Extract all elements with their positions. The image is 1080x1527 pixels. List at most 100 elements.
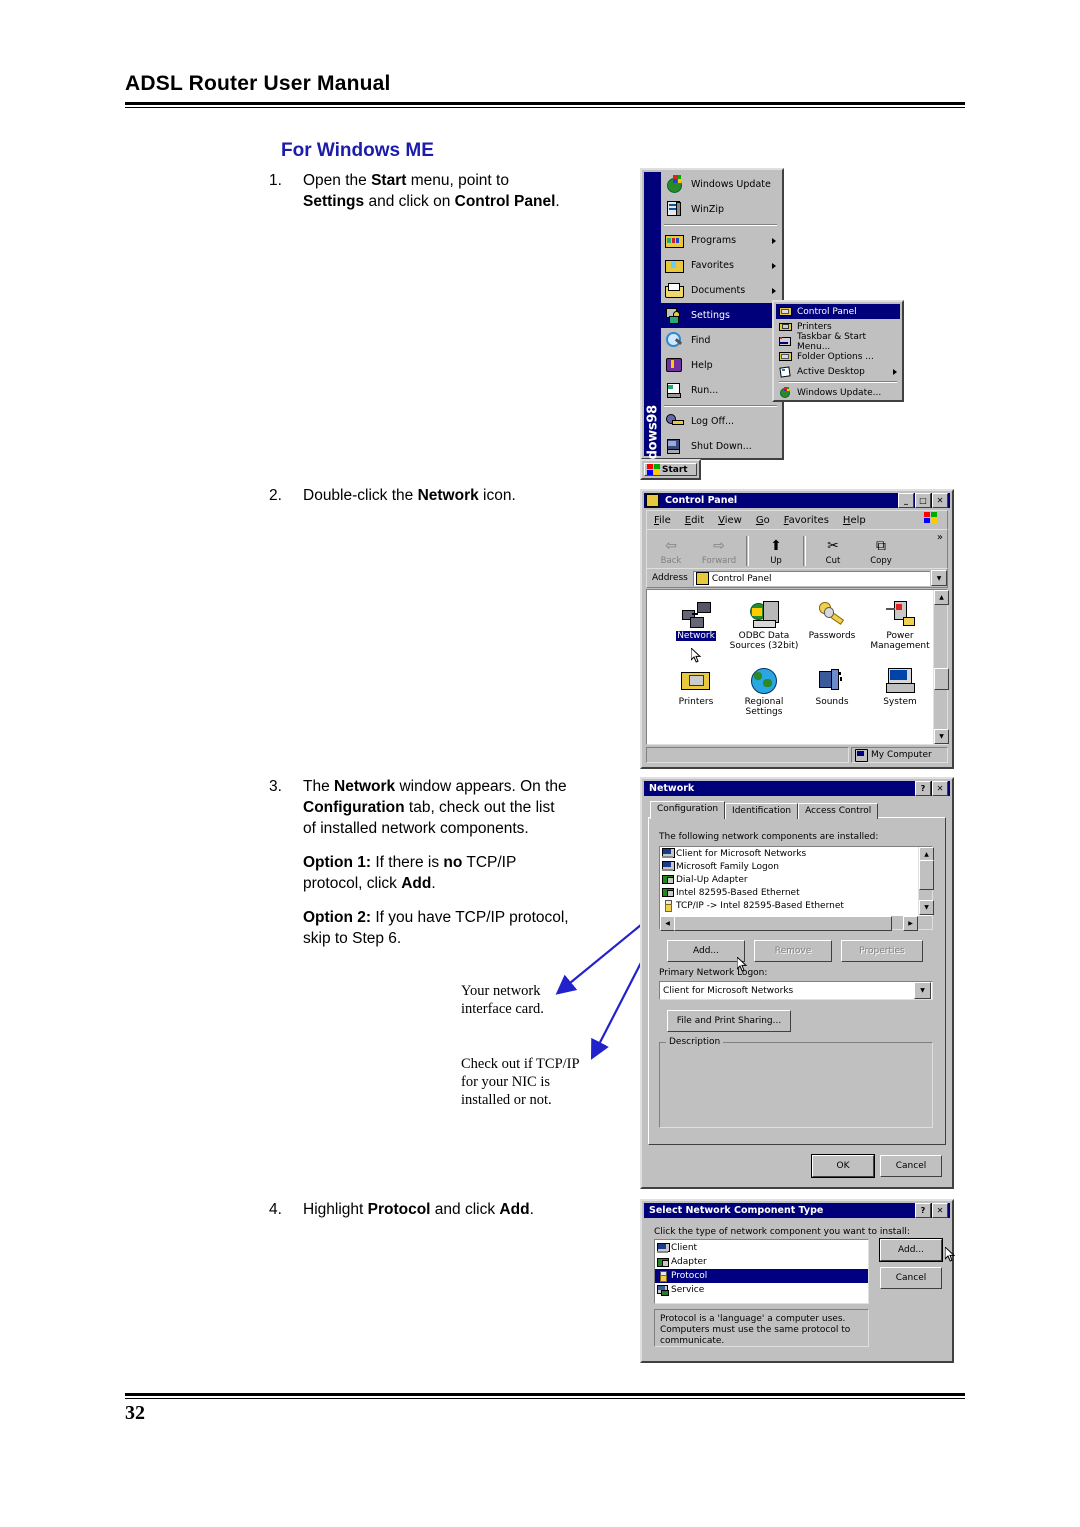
close-button[interactable]: ✕	[932, 1203, 948, 1218]
help-button[interactable]: ?	[915, 1203, 931, 1218]
start-menu-item-windows-update[interactable]: Windows Update	[661, 172, 780, 197]
start-menu-item-winzip[interactable]: WinZip	[661, 197, 780, 222]
cancel-button[interactable]: Cancel	[880, 1155, 942, 1177]
network-components-list[interactable]: Client for Microsoft Networks Microsoft F…	[659, 846, 934, 931]
network-component-label: Intel 82595-Based Ethernet	[676, 887, 800, 898]
scroll-right-button[interactable]: ▶	[903, 916, 918, 931]
network-tab-identification[interactable]: Identification	[725, 803, 799, 819]
toolbar-cut-button[interactable]: ✂ Cut	[809, 536, 857, 568]
control-panel-window[interactable]: Control Panel _ □ ✕ File Edit View Go Favori…	[640, 489, 954, 769]
toolbar-button-label: Copy	[870, 556, 892, 566]
network-component-row[interactable]: Microsoft Family Logon	[660, 860, 918, 873]
scroll-left-button[interactable]: ◀	[660, 916, 675, 931]
maximize-button[interactable]: □	[915, 493, 931, 508]
toolbar-separator	[746, 536, 749, 566]
cancel-button[interactable]: Cancel	[880, 1267, 942, 1289]
component-type-protocol[interactable]: Protocol	[655, 1269, 868, 1283]
network-component-row[interactable]: Intel 82595-Based Ethernet	[660, 886, 918, 899]
start-menu-item-help[interactable]: Help	[661, 353, 780, 378]
network-tab-access-control[interactable]: Access Control	[798, 803, 879, 819]
menu-favorites[interactable]: Favorites	[777, 515, 836, 526]
start-menu-item-shut-down[interactable]: Shut Down...	[661, 434, 780, 459]
control-panel-toolbar[interactable]: ⇦ Back ⇨ Forward ⬆ Up ✂ Cut ⧉ Copy	[646, 529, 948, 569]
start-button[interactable]: Start	[644, 463, 697, 476]
scroll-down-button[interactable]: ▼	[919, 900, 934, 915]
network-dialog[interactable]: Network ? ✕ Configuration Identification A…	[640, 777, 954, 1189]
component-type-list[interactable]: Client Adapter Protocol Service	[654, 1239, 869, 1304]
cp-icon-regional-settings[interactable]: Regional Settings	[729, 666, 799, 717]
submenu-item-control-panel[interactable]: Control Panel	[776, 304, 900, 319]
toolbar-forward-button[interactable]: ⇨ Forward	[695, 536, 743, 568]
cp-icon-sounds[interactable]: Sounds	[797, 666, 867, 707]
menu-file[interactable]: File	[647, 515, 678, 526]
address-dropdown-button[interactable]: ▼	[931, 570, 947, 586]
start-menu-item-favorites[interactable]: Favorites	[661, 253, 780, 278]
cp-icon-passwords[interactable]: Passwords	[797, 600, 867, 641]
settings-submenu-list[interactable]: Control Panel Printers Taskbar & Start Men…	[776, 304, 900, 400]
taskbar[interactable]: Start	[640, 459, 701, 480]
menu-help[interactable]: Help	[836, 515, 873, 526]
file-and-print-sharing-button[interactable]: File and Print Sharing...	[667, 1010, 791, 1032]
toolbar-up-button[interactable]: ⬆ Up	[752, 536, 800, 568]
start-menu-item-settings[interactable]: Settings	[661, 303, 780, 328]
primary-logon-combobox[interactable]: Client for Microsoft Networks ▼	[659, 981, 933, 1000]
cp-icon-printers[interactable]: Printers	[661, 666, 731, 707]
submenu-item-windows-update[interactable]: Windows Update...	[776, 385, 900, 400]
help-button[interactable]: ?	[915, 781, 931, 796]
scroll-thumb[interactable]	[934, 668, 949, 690]
submenu-item-active-desktop[interactable]: Active Desktop	[776, 364, 900, 379]
cp-icon-network[interactable]: Network	[661, 600, 731, 642]
cp-icon-odbc-data-sources-32bit[interactable]: ODBC Data Sources (32bit)	[729, 600, 799, 651]
menu-go[interactable]: Go	[749, 515, 777, 526]
component-type-adapter[interactable]: Adapter	[655, 1255, 868, 1269]
combobox-dropdown-icon[interactable]: ▼	[914, 982, 931, 999]
ok-button[interactable]: OK	[812, 1155, 874, 1177]
scroll-thumb[interactable]	[919, 860, 934, 890]
network-component-row[interactable]: Dial-Up Adapter	[660, 873, 918, 886]
start-menu-item-run[interactable]: Run...	[661, 378, 780, 403]
emphasis-text: Configuration	[303, 799, 405, 816]
network-tab-configuration[interactable]: Configuration	[650, 801, 726, 819]
toolbar-overflow-icon[interactable]: »	[937, 532, 943, 543]
toolbar-back-button[interactable]: ⇦ Back	[647, 536, 695, 568]
add-button[interactable]: Add...	[880, 1239, 942, 1261]
cp-icon-system[interactable]: System	[865, 666, 935, 707]
cp-icon-power-management[interactable]: Power Management	[865, 600, 935, 651]
submenu-item-folder-options[interactable]: Folder Options ...	[776, 349, 900, 364]
scroll-thumb[interactable]	[674, 916, 892, 931]
network-dialog-tabstrip[interactable]: Configuration Identification Access Contro…	[650, 801, 879, 819]
settings-submenu[interactable]: Control Panel Printers Taskbar & Start Men…	[772, 300, 904, 402]
minimize-button[interactable]: _	[898, 493, 914, 508]
windows-start-menu[interactable]: Windows98 Windows Update WinZip Programs Fa…	[640, 168, 784, 487]
components-list-hscrollbar[interactable]: ◀ ▶	[660, 916, 932, 931]
close-button[interactable]: ✕	[932, 781, 948, 796]
component-type-client[interactable]: Client	[655, 1241, 868, 1255]
control-panel-menubar[interactable]: File Edit View Go Favorites Help	[646, 510, 948, 530]
menu-edit[interactable]: Edit	[678, 515, 711, 526]
component-type-service[interactable]: Service	[655, 1283, 868, 1297]
start-menu-item-find[interactable]: Find	[661, 328, 780, 353]
control-panel-icon-area[interactable]: Network ODBC Data Sources (32bit) Password…	[646, 589, 949, 745]
start-menu-item-label: Run...	[691, 385, 719, 396]
components-list-vscrollbar[interactable]: ▲ ▼	[918, 847, 934, 915]
menu-view[interactable]: View	[711, 515, 749, 526]
submenu-item-taskbar-start-menu[interactable]: Taskbar & Start Menu...	[776, 332, 900, 352]
control-panel-addressbar[interactable]: Address Control Panel ▼	[646, 568, 948, 588]
network-component-row[interactable]: Client for Microsoft Networks	[660, 847, 918, 860]
start-menu-item-documents[interactable]: Documents	[661, 278, 780, 303]
control-panel-scrollbar[interactable]: ▲ ▼	[933, 590, 949, 744]
add-button[interactable]: Add...	[667, 940, 745, 962]
network-component-row[interactable]: TCP/IP -> Intel 82595-Based Ethernet	[660, 899, 918, 912]
scroll-down-button[interactable]: ▼	[934, 729, 949, 744]
start-menu-item-list[interactable]: Windows Update WinZip Programs Favorites Doc…	[661, 172, 780, 456]
close-button[interactable]: ✕	[932, 493, 948, 508]
start-menu-item-log-off[interactable]: Log Off...	[661, 409, 780, 434]
select-network-component-type-dialog[interactable]: Select Network Component Type ? ✕ Click …	[640, 1199, 954, 1363]
properties-button[interactable]: Properties	[841, 940, 923, 962]
remove-button[interactable]: Remove	[754, 940, 832, 962]
scroll-up-button[interactable]: ▲	[934, 590, 949, 605]
forward-arrow-icon: ⇨	[713, 538, 725, 554]
toolbar-copy-button[interactable]: ⧉ Copy	[857, 536, 905, 568]
start-menu-item-programs[interactable]: Programs	[661, 228, 780, 253]
section-title: For Windows ME	[281, 140, 434, 161]
